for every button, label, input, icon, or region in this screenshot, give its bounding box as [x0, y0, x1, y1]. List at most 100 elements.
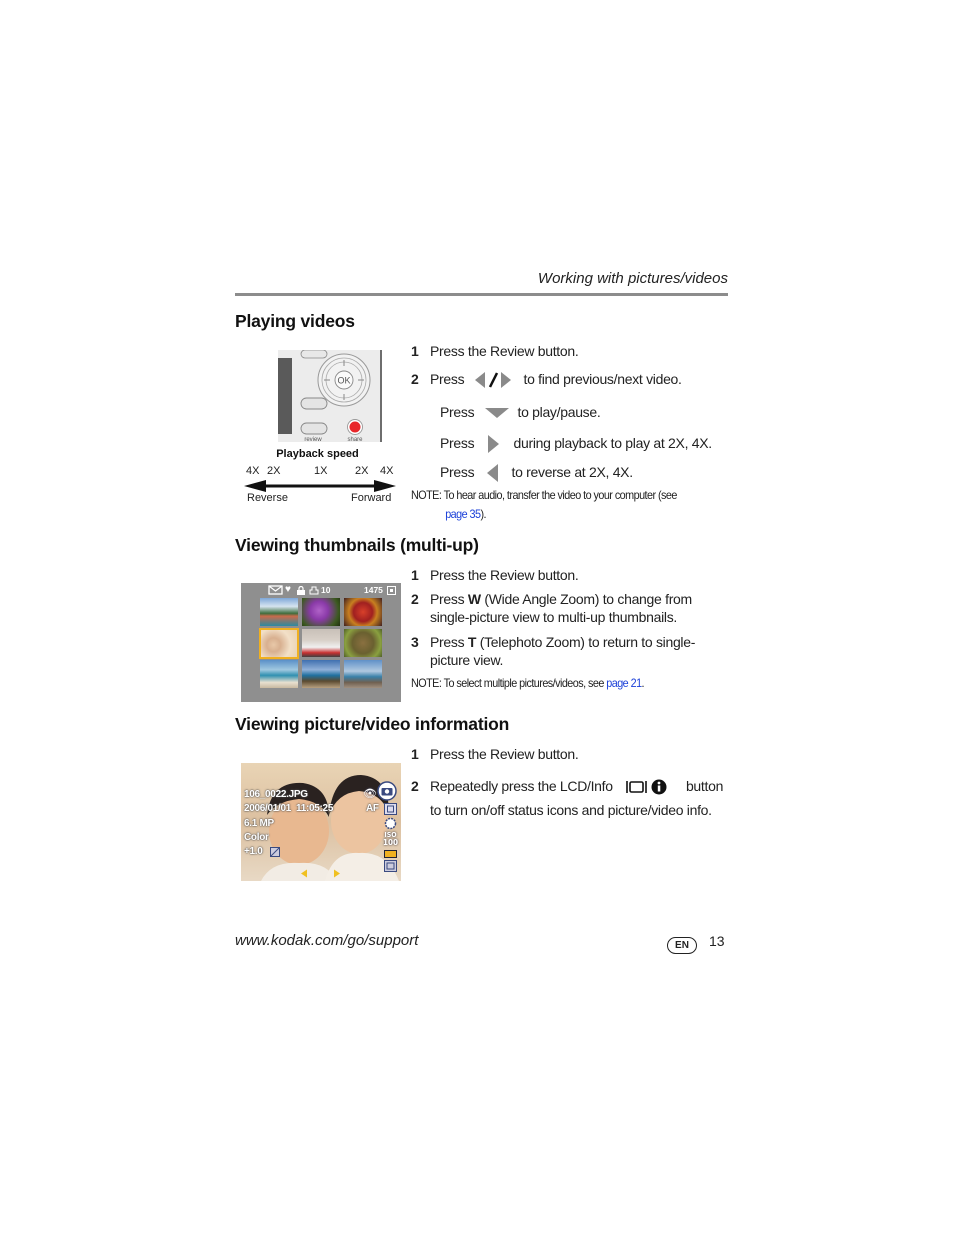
previous-picture-icon: [301, 869, 307, 878]
step-number: 1: [411, 343, 419, 359]
section-title-playing-videos: Playing videos: [235, 311, 355, 331]
step-1-thumbnails: 1 Press the Review button.: [411, 566, 579, 584]
step-number: 1: [411, 567, 419, 583]
note-suffix: ).: [480, 507, 486, 521]
step-text: Press W (Wide Angle Zoom) to change from…: [430, 590, 725, 626]
step-number: 2: [411, 591, 419, 607]
page-number: 13: [709, 933, 725, 949]
tick-reverse-2x: 2X: [267, 465, 281, 477]
section-title-info: Viewing picture/video information: [235, 714, 510, 734]
email-tag-icon: [268, 585, 283, 595]
picture-info-image: 106_0022.JPG 2006/01/01 11:05:25 6.1 MP …: [241, 763, 401, 881]
camera-back-illustration: OK review share: [278, 350, 382, 443]
step-number: 2: [411, 371, 419, 387]
next-picture-icon: [334, 869, 340, 878]
substep-play-pause: Press to play/pause.: [440, 403, 601, 421]
thumbnail-kids-group[interactable]: [302, 629, 340, 657]
step-text-post: to find previous/next video.: [523, 371, 682, 387]
substep-reverse: Press to reverse at 2X, 4X.: [440, 463, 633, 483]
step-1-playing: 1 Press the Review button.: [411, 342, 579, 360]
metering-icon: [384, 860, 397, 872]
tick-forward-4x: 4X: [380, 465, 394, 477]
multi-up-status-bar: ♥ 10 1475: [241, 584, 401, 597]
step-1-info: 1 Press the Review button.: [411, 745, 579, 763]
info-color-mode: Color: [244, 832, 269, 843]
protect-lock-icon: [297, 586, 305, 595]
camera-mode-icon: [377, 781, 397, 801]
af-zone-icon: [384, 803, 397, 815]
substep-pre: Press: [440, 435, 475, 451]
share-button: [349, 421, 361, 433]
step-number: 3: [411, 634, 419, 650]
note-text: To hear audio, transfer the video to you…: [443, 488, 678, 502]
running-header: Working with pictures/videos: [537, 270, 728, 287]
step-3-thumbnails: 3 Press T (Telephoto Zoom) to return to …: [411, 633, 731, 669]
step-2-thumbnails: 2 Press W (Wide Angle Zoom) to change fr…: [411, 590, 731, 626]
iso-value: 100: [383, 838, 399, 847]
battery-icon: [384, 850, 397, 858]
step-text: Press the Review button.: [430, 746, 579, 762]
review-button: [300, 422, 328, 435]
speed-double-arrow-icon: [244, 480, 396, 492]
page-21-link[interactable]: page 21: [606, 676, 642, 690]
review-label: review: [304, 437, 322, 443]
ok-label: OK: [337, 376, 350, 386]
page-35-link[interactable]: page 35: [445, 507, 481, 521]
step-text: Press the Review button.: [430, 567, 579, 583]
share-label: share: [347, 437, 363, 443]
support-url[interactable]: www.kodak.com/go/support: [235, 932, 418, 949]
tick-1x: 1X: [314, 465, 328, 477]
tick-forward-2x: 2X: [355, 465, 369, 477]
language-badge: EN: [667, 937, 697, 954]
step-text: Press the Review button.: [430, 343, 579, 359]
note-thumbnails: NOTE: To select multiple pictures/videos…: [411, 674, 644, 693]
substep-pre: Press: [440, 464, 475, 480]
tick-reverse-4x: 4X: [246, 465, 260, 477]
note-prefix: NOTE:: [411, 488, 442, 502]
step-number: 1: [411, 746, 419, 762]
step-text: Press T (Telephoto Zoom) to return to si…: [430, 633, 728, 669]
multi-up-thumbnails-image: ♥ 10 1475: [241, 583, 401, 702]
white-balance-icon: [384, 817, 397, 830]
substep-post: during playback to play at 2X, 4X.: [513, 435, 712, 451]
right-arrow-icon: [487, 435, 499, 454]
step-text-pre: Press: [430, 371, 465, 387]
exposure-comp-icon: [270, 847, 280, 857]
favorite-heart-icon: ♥: [285, 584, 291, 595]
header-rule: [235, 293, 728, 296]
thumbnail-orchid[interactable]: [302, 598, 340, 626]
section-title-thumbnails: Viewing thumbnails (multi-up): [235, 535, 479, 555]
step-number: 2: [411, 778, 419, 794]
memory-card-icon: [387, 586, 396, 595]
note-playing-videos: NOTE: To hear audio, transfer the video …: [411, 486, 677, 524]
thumbnail-ducklings[interactable]: [344, 629, 382, 657]
step-2-info: 2 Repeatedly press the LCD/Info button t…: [411, 774, 731, 822]
camera-controls-image: OK review share: [235, 350, 395, 445]
reverse-label: Reverse: [247, 492, 288, 504]
left-right-arrows-icon: [474, 372, 511, 389]
wide-key-label: W: [467, 591, 481, 607]
thumbnail-beach-couple[interactable]: [302, 660, 340, 688]
substep-post: to play/pause.: [517, 404, 601, 420]
thumbnail-red-leaves[interactable]: [344, 598, 382, 626]
playback-speed-title: Playback speed: [276, 448, 359, 460]
info-af-label: AF: [366, 803, 379, 814]
print-count: 10: [321, 585, 331, 595]
note-suffix: .: [641, 676, 645, 690]
step-text-pre: Press: [430, 634, 468, 650]
info-datetime: 2006/01/01 11:05:25: [244, 803, 334, 814]
step-text-pre: Repeatedly press the LCD/Info: [430, 778, 613, 794]
substep-pre: Press: [440, 404, 475, 420]
eye-icon: 👁: [363, 787, 377, 800]
telephoto-key-label: T: [467, 634, 477, 650]
thumbnail-beach-town[interactable]: [260, 598, 298, 626]
substep-post: to reverse at 2X, 4X.: [511, 464, 633, 480]
thumbnail-beach-child[interactable]: [260, 660, 298, 688]
iso-indicator: ISO 100: [383, 832, 398, 847]
lcd-info-icon: [626, 779, 667, 795]
thumbnail-children-selected[interactable]: [259, 628, 299, 659]
lcd-screen-edge: [278, 358, 292, 434]
thumbnail-rocky-shore[interactable]: [344, 660, 382, 688]
step-2-playing: 2 Press to find previous/next video.: [411, 370, 682, 390]
print-icon: [309, 586, 319, 595]
